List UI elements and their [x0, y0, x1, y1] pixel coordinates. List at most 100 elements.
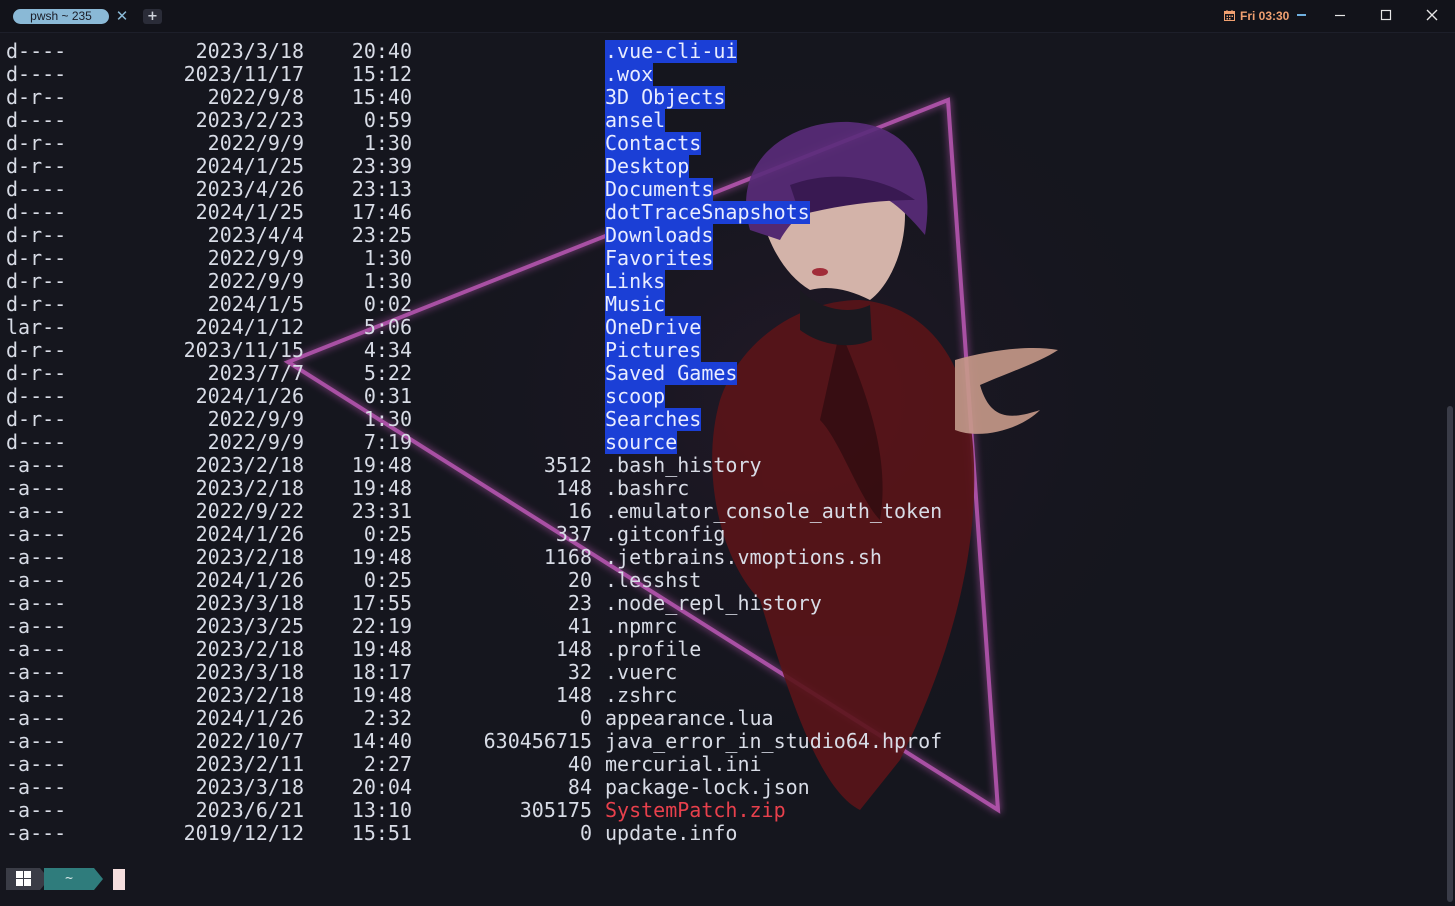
scrollbar-thumb[interactable]: [1447, 406, 1453, 902]
entry-time: 4:34: [363, 338, 412, 362]
entry-date: 2023/11/15: [183, 338, 304, 362]
entry-name: .profile: [605, 637, 702, 661]
listing-row: lar-- 2024/1/12 5:06 OneDrive: [0, 316, 1100, 339]
entry-date: 2022/9/9: [207, 407, 304, 431]
listing-row: d-r-- 2023/7/7 5:22 Saved Games: [0, 362, 1100, 385]
entry-time: 18:17: [351, 660, 412, 684]
entry-mode: d-r--: [6, 407, 67, 431]
entry-name: mercurial.ini: [605, 752, 762, 776]
listing-row: -a--- 2023/2/18 19:48 148 .profile: [0, 638, 1100, 661]
entry-time: 1:30: [363, 407, 412, 431]
entry-time: 15:51: [351, 821, 412, 845]
minimize-button[interactable]: [1317, 0, 1363, 31]
prompt-path: ~: [65, 871, 73, 886]
entry-date: 2023/2/18: [195, 545, 304, 569]
listing-row: d---- 2023/4/26 23:13 Documents: [0, 178, 1100, 201]
entry-mode: -a---: [6, 499, 67, 523]
entry-name: 3D Objects: [605, 85, 726, 109]
entry-date: 2023/2/18: [195, 637, 304, 661]
maximize-icon: [1380, 9, 1392, 21]
entry-name: .npmrc: [605, 614, 678, 638]
entry-date: 2023/6/21: [195, 798, 304, 822]
close-window-button[interactable]: [1409, 0, 1455, 31]
entry-name: .wox: [605, 62, 654, 86]
entry-mode: d-r--: [6, 246, 67, 270]
entry-mode: -a---: [6, 476, 67, 500]
entry-length: 0: [579, 706, 592, 730]
entry-mode: lar--: [6, 315, 67, 339]
entry-mode: d-r--: [6, 269, 67, 293]
entry-time: 17:46: [351, 200, 412, 224]
entry-length: 41: [567, 614, 592, 638]
entry-mode: -a---: [6, 522, 67, 546]
entry-name: .vue-cli-ui: [605, 39, 738, 63]
entry-mode: -a---: [6, 591, 67, 615]
entry-date: 2023/2/23: [195, 108, 304, 132]
entry-mode: d----: [6, 200, 67, 224]
entry-time: 23:13: [351, 177, 412, 201]
prompt-path-segment: ~: [44, 868, 94, 890]
listing-row: -a--- 2023/3/18 20:04 84 package-lock.json: [0, 776, 1100, 799]
entry-time: 14:40: [351, 729, 412, 753]
entry-date: 2022/9/9: [207, 269, 304, 293]
entry-name: Searches: [605, 407, 702, 431]
listing-row: d---- 2023/2/23 0:59 ansel: [0, 109, 1100, 132]
listing-row: -a--- 2024/1/26 2:32 0 appearance.lua: [0, 707, 1100, 730]
entry-name: Contacts: [605, 131, 702, 155]
entry-name: appearance.lua: [605, 706, 774, 730]
entry-time: 23:39: [351, 154, 412, 178]
entry-name: Favorites: [605, 246, 714, 270]
text-cursor[interactable]: [113, 869, 125, 890]
entry-name: ansel: [605, 108, 666, 132]
entry-time: 19:48: [351, 545, 412, 569]
entry-date: 2023/3/18: [195, 660, 304, 684]
entry-mode: -a---: [6, 775, 67, 799]
listing-row: d---- 2022/9/9 7:19 source: [0, 431, 1100, 454]
entry-name: .node_repl_history: [605, 591, 822, 615]
listing-row: -a--- 2024/1/26 0:25 20 .lesshst: [0, 569, 1100, 592]
entry-date: 2022/10/7: [195, 729, 304, 753]
entry-mode: -a---: [6, 821, 67, 845]
entry-name: Links: [605, 269, 666, 293]
maximize-button[interactable]: [1363, 0, 1409, 31]
entry-mode: d----: [6, 39, 67, 63]
entry-time: 19:48: [351, 453, 412, 477]
entry-length: 0: [579, 821, 592, 845]
entry-length: 148: [555, 637, 592, 661]
entry-time: 1:30: [363, 131, 412, 155]
entry-time: 22:19: [351, 614, 412, 638]
listing-row: d-r-- 2022/9/9 1:30 Contacts: [0, 132, 1100, 155]
scrollbar[interactable]: [1445, 32, 1455, 906]
entry-name: .lesshst: [605, 568, 702, 592]
listing-row: d-r-- 2022/9/9 1:30 Searches: [0, 408, 1100, 431]
tab-title: pwsh ~ 235: [30, 9, 92, 23]
entry-date: 2023/2/18: [195, 683, 304, 707]
tab-pwsh[interactable]: pwsh ~ 235: [13, 9, 109, 24]
listing-row: -a--- 2023/3/18 18:17 32 .vuerc: [0, 661, 1100, 684]
entry-date: 2022/9/9: [207, 430, 304, 454]
entry-mode: -a---: [6, 614, 67, 638]
entry-date: 2024/1/26: [195, 706, 304, 730]
listing-row: d-r-- 2022/9/8 15:40 3D Objects: [0, 86, 1100, 109]
listing-row: -a--- 2023/2/18 19:48 148 .zshrc: [0, 684, 1100, 707]
listing-row: -a--- 2023/3/25 22:19 41 .npmrc: [0, 615, 1100, 638]
entry-date: 2024/1/26: [195, 522, 304, 546]
minimize-icon: [1335, 14, 1345, 17]
entry-time: 15:12: [351, 62, 412, 86]
new-tab-plus-icon[interactable]: +: [143, 9, 162, 24]
entry-mode: d----: [6, 430, 67, 454]
entry-mode: -a---: [6, 706, 67, 730]
entry-name: .gitconfig: [605, 522, 726, 546]
entry-name: source: [605, 430, 678, 454]
entry-time: 17:55: [351, 591, 412, 615]
entry-mode: -a---: [6, 729, 67, 753]
listing-row: d---- 2023/3/18 20:40 .vue-cli-ui: [0, 40, 1100, 63]
entry-mode: d-r--: [6, 131, 67, 155]
entry-mode: -a---: [6, 637, 67, 661]
entry-mode: -a---: [6, 568, 67, 592]
entry-length: 40: [567, 752, 592, 776]
entry-time: 1:30: [363, 269, 412, 293]
tab-close-icon[interactable]: ✕: [114, 7, 130, 25]
entry-mode: d-r--: [6, 361, 67, 385]
listing-row: -a--- 2023/2/18 19:48 1168 .jetbrains.vmopti…: [0, 546, 1100, 569]
